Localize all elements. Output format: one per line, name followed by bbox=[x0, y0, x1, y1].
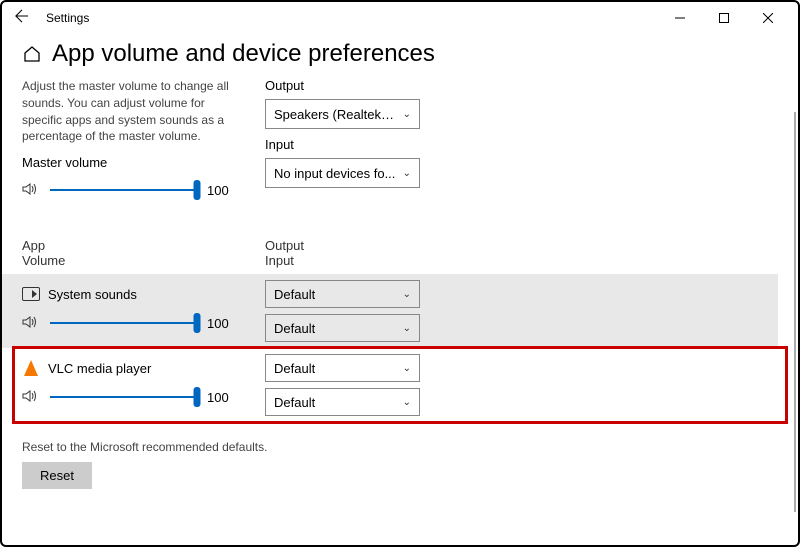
input-label: Input bbox=[265, 137, 420, 152]
app-output-select[interactable]: Default ⌄ bbox=[265, 354, 420, 382]
speaker-icon[interactable] bbox=[22, 389, 40, 406]
scrollbar[interactable] bbox=[794, 112, 796, 512]
select-value: Default bbox=[274, 361, 315, 376]
header-volume: Volume bbox=[22, 253, 237, 268]
app-volume-slider[interactable] bbox=[50, 315, 197, 331]
slider-fill bbox=[50, 396, 197, 398]
master-volume-slider[interactable] bbox=[50, 182, 197, 198]
settings-window: Settings App volume and device preferenc… bbox=[0, 0, 800, 547]
maximize-button[interactable] bbox=[702, 4, 746, 32]
chevron-down-icon: ⌄ bbox=[403, 323, 411, 334]
reset-button[interactable]: Reset bbox=[22, 462, 92, 489]
app-volume-row: 100 bbox=[22, 309, 237, 337]
app-volume-row: 100 bbox=[22, 383, 237, 411]
close-button[interactable] bbox=[746, 4, 790, 32]
select-value: Default bbox=[274, 395, 315, 410]
output-label: Output bbox=[265, 78, 420, 93]
master-volume-value: 100 bbox=[207, 183, 237, 198]
app-row-left: VLC media player 100 bbox=[22, 354, 237, 416]
slider-fill bbox=[50, 189, 197, 191]
select-value: Default bbox=[274, 321, 315, 336]
input-device-select[interactable]: No input devices fo... ⌄ bbox=[265, 158, 420, 188]
app-row-wrap: System sounds 100 Default ⌄ Default ⌄ bbox=[22, 274, 778, 348]
close-icon bbox=[763, 13, 773, 23]
app-output-select[interactable]: Default ⌄ bbox=[265, 280, 420, 308]
app-row-wrap: VLC media player 100 Default ⌄ Default ⌄ bbox=[22, 348, 778, 422]
back-button[interactable] bbox=[10, 9, 34, 28]
header-app: App bbox=[22, 238, 237, 253]
slider-thumb[interactable] bbox=[194, 313, 201, 333]
app-row[interactable]: VLC media player 100 Default ⌄ Default ⌄ bbox=[22, 348, 778, 422]
speaker-icon[interactable] bbox=[22, 182, 40, 199]
reset-area: Reset to the Microsoft recommended defau… bbox=[22, 440, 778, 489]
window-title: Settings bbox=[46, 11, 89, 25]
app-row[interactable]: System sounds 100 Default ⌄ Default ⌄ bbox=[2, 274, 778, 348]
app-volume-slider[interactable] bbox=[50, 389, 197, 405]
input-device-value: No input devices fo... bbox=[274, 166, 395, 181]
chevron-down-icon: ⌄ bbox=[403, 168, 411, 179]
content-area: App volume and device preferences Adjust… bbox=[2, 34, 798, 499]
app-input-select[interactable]: Default ⌄ bbox=[265, 314, 420, 342]
app-row-right: Default ⌄ Default ⌄ bbox=[265, 280, 420, 342]
app-volume-value: 100 bbox=[207, 390, 237, 405]
header-input: Input bbox=[265, 253, 420, 268]
minimize-icon bbox=[675, 13, 685, 23]
app-name-row: System sounds bbox=[22, 285, 237, 303]
chevron-down-icon: ⌄ bbox=[403, 109, 411, 120]
minimize-button[interactable] bbox=[658, 4, 702, 32]
chevron-down-icon: ⌄ bbox=[403, 363, 411, 374]
arrow-left-icon bbox=[15, 9, 29, 23]
app-name: VLC media player bbox=[48, 361, 151, 376]
app-list: System sounds100Default⌄Default⌄VLC medi… bbox=[22, 274, 778, 422]
app-input-select[interactable]: Default ⌄ bbox=[265, 388, 420, 416]
slider-thumb[interactable] bbox=[194, 180, 201, 200]
chevron-down-icon: ⌄ bbox=[403, 397, 411, 408]
app-row-left: System sounds 100 bbox=[22, 280, 237, 342]
app-list-headers: App Volume Output Input bbox=[22, 238, 778, 268]
chevron-down-icon: ⌄ bbox=[403, 289, 411, 300]
app-volume-value: 100 bbox=[207, 316, 237, 331]
app-name-row: VLC media player bbox=[22, 359, 237, 377]
master-volume-label: Master volume bbox=[22, 155, 237, 170]
titlebar: Settings bbox=[2, 2, 798, 34]
home-icon[interactable] bbox=[22, 44, 42, 69]
system-sounds-icon bbox=[22, 285, 40, 303]
output-device-select[interactable]: Speakers (Realtek Hi... ⌄ bbox=[265, 99, 420, 129]
master-volume-row: 100 bbox=[22, 176, 237, 204]
slider-thumb[interactable] bbox=[194, 387, 201, 407]
speaker-icon[interactable] bbox=[22, 315, 40, 332]
app-name: System sounds bbox=[48, 287, 137, 302]
master-description: Adjust the master volume to change all s… bbox=[22, 78, 237, 145]
vlc-icon bbox=[22, 359, 40, 377]
maximize-icon bbox=[719, 13, 729, 23]
reset-description: Reset to the Microsoft recommended defau… bbox=[22, 440, 778, 454]
page-title: App volume and device preferences bbox=[52, 40, 435, 68]
header-output: Output bbox=[265, 238, 420, 253]
app-row-right: Default ⌄ Default ⌄ bbox=[265, 354, 420, 416]
slider-fill bbox=[50, 322, 197, 324]
select-value: Default bbox=[274, 287, 315, 302]
output-device-value: Speakers (Realtek Hi... bbox=[274, 107, 397, 122]
page-header: App volume and device preferences bbox=[22, 40, 778, 68]
